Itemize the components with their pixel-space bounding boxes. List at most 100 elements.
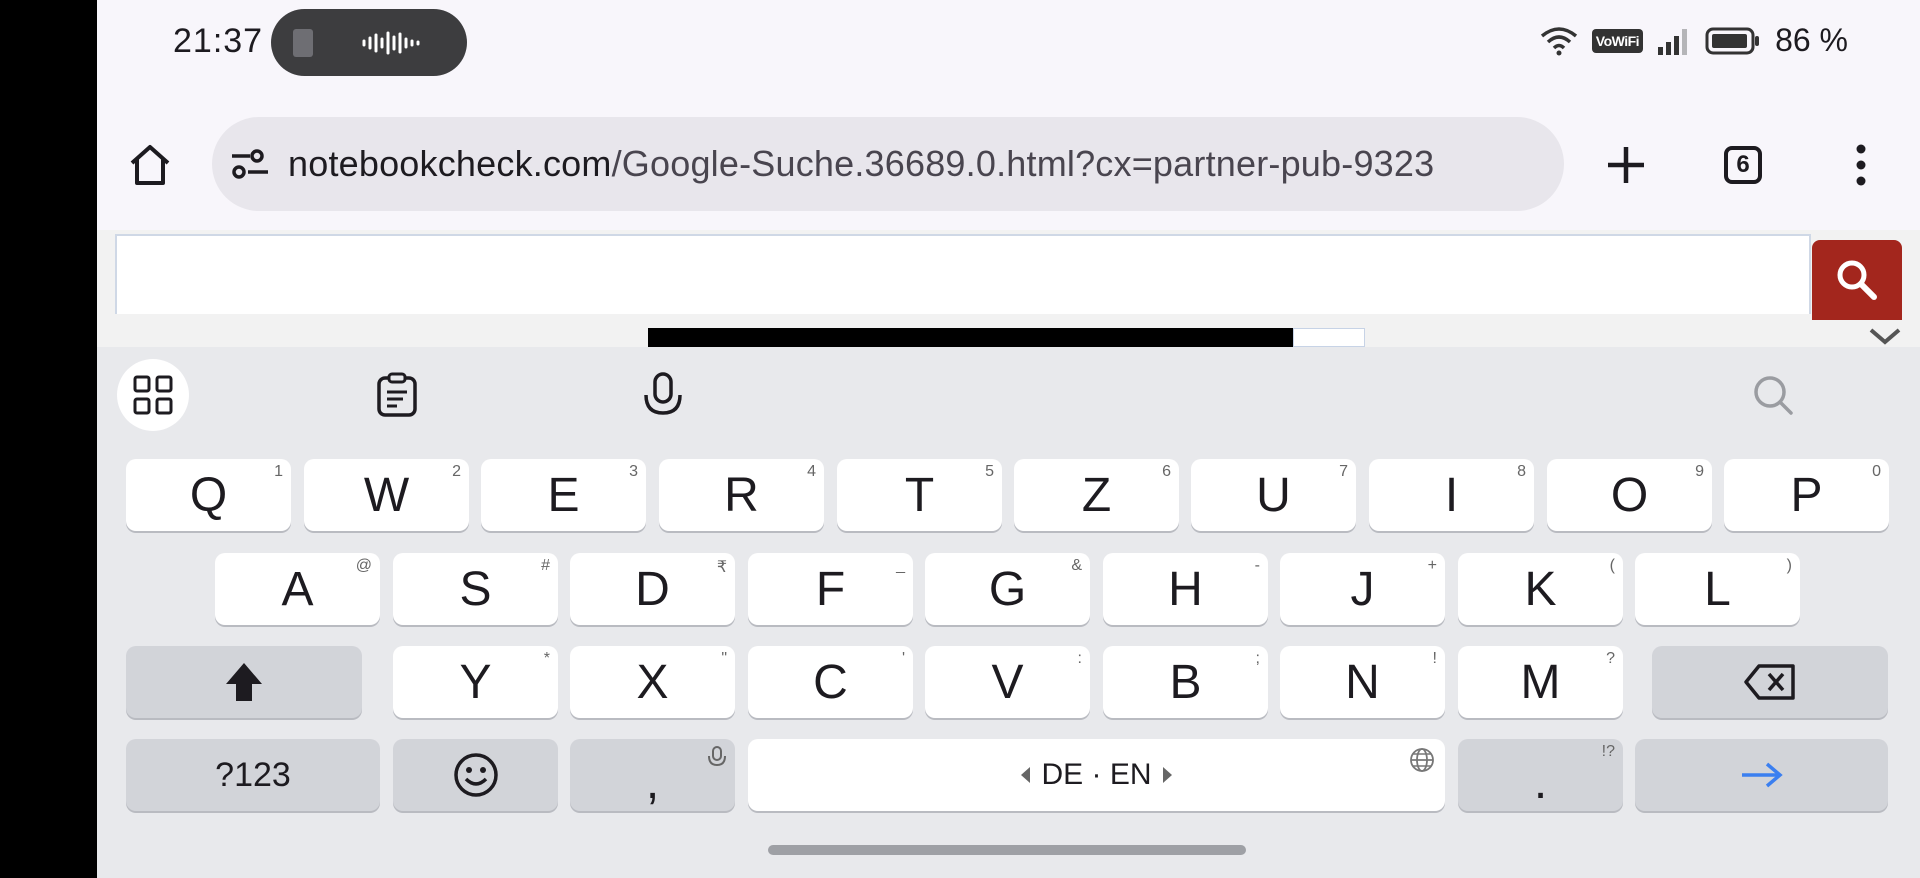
browser-toolbar: notebookcheck.com/Google-Suche.36689.0.h… xyxy=(97,100,1920,230)
key-hint: ? xyxy=(1606,650,1615,667)
globe-icon xyxy=(1410,748,1434,772)
key[interactable]: W2 xyxy=(304,459,469,531)
language-text: DE · EN xyxy=(1041,758,1152,791)
key[interactable]: O9 xyxy=(1547,459,1712,531)
key[interactable]: L) xyxy=(1635,553,1800,625)
signal-icon xyxy=(1658,28,1688,55)
page-search-input[interactable] xyxy=(115,234,1811,314)
key-label: J xyxy=(1350,562,1375,616)
key-hint: + xyxy=(1427,557,1437,574)
key-label: O xyxy=(1610,468,1649,522)
media-pill[interactable] xyxy=(271,9,467,76)
key-hint: 2 xyxy=(452,463,461,480)
key-label: K xyxy=(1524,562,1557,616)
battery-percent: 86 % xyxy=(1775,22,1848,58)
keyboard-toolbar xyxy=(97,347,1920,442)
key[interactable]: A @ xyxy=(215,553,380,625)
ad-banner[interactable] xyxy=(648,328,1293,347)
status-bar: 21:37 VoWiFi 86 % xyxy=(97,0,1920,85)
keyboard-menu-button[interactable] xyxy=(117,359,189,431)
key-hint: ' xyxy=(901,650,905,667)
shift-key[interactable] xyxy=(126,646,362,718)
emoji-key[interactable] xyxy=(393,739,558,811)
symbols-key[interactable]: ?123 xyxy=(126,739,380,811)
key[interactable]: M? xyxy=(1458,646,1623,718)
key-hint: 0 xyxy=(1872,463,1881,480)
key[interactable]: H- xyxy=(1103,553,1268,625)
enter-key[interactable] xyxy=(1635,739,1888,811)
space-key[interactable]: DE · EN xyxy=(748,739,1445,811)
key-label: A xyxy=(281,562,314,616)
key[interactable]: C ' xyxy=(748,646,913,718)
clipboard-button[interactable] xyxy=(361,359,433,431)
backspace-key[interactable] xyxy=(1652,646,1888,718)
tab-switcher-button[interactable]: 6 xyxy=(1708,130,1778,200)
key-hint: !? xyxy=(1601,743,1615,760)
backspace-icon xyxy=(1744,664,1795,700)
key-label: S xyxy=(459,562,492,616)
key[interactable]: U7 xyxy=(1191,459,1356,531)
key-label: M xyxy=(1520,655,1561,709)
key[interactable]: Z6 xyxy=(1014,459,1179,531)
key[interactable]: T5 xyxy=(837,459,1002,531)
key-hint: 9 xyxy=(1695,463,1704,480)
key-hint: ₹ xyxy=(716,559,727,576)
voice-input-button[interactable] xyxy=(627,359,699,431)
page-search-button[interactable] xyxy=(1812,240,1902,320)
period-key[interactable]: . !? xyxy=(1458,739,1623,811)
clock: 21:37 xyxy=(173,22,264,60)
url-bar[interactable]: notebookcheck.com/Google-Suche.36689.0.h… xyxy=(212,117,1564,211)
new-tab-button[interactable] xyxy=(1591,130,1661,200)
menu-button[interactable] xyxy=(1826,130,1896,200)
key-hint: ) xyxy=(1786,557,1792,574)
key-label: T xyxy=(904,468,935,522)
key[interactable]: B; xyxy=(1103,646,1268,718)
mic-hint-icon xyxy=(708,746,726,767)
key[interactable]: R4 xyxy=(659,459,824,531)
key-label: F xyxy=(815,562,846,616)
key-label: X xyxy=(636,655,669,709)
home-icon xyxy=(130,145,170,185)
key-hint: 7 xyxy=(1339,463,1348,480)
key-hint: 6 xyxy=(1162,463,1171,480)
key[interactable]: V: xyxy=(925,646,1090,718)
home-button[interactable] xyxy=(115,130,185,200)
url-text[interactable]: notebookcheck.com/Google-Suche.36689.0.h… xyxy=(288,143,1434,185)
key[interactable]: I8 xyxy=(1369,459,1534,531)
keyboard-search-button[interactable] xyxy=(1737,359,1809,431)
key-label: , xyxy=(645,755,660,809)
key-hint: # xyxy=(541,557,550,574)
key[interactable]: Q1 xyxy=(126,459,291,531)
ad-choices[interactable] xyxy=(1293,328,1365,347)
key[interactable]: D ₹ xyxy=(570,553,735,625)
phone-screen: 21:37 VoWiFi 86 % notebookcheck.com/Goog… xyxy=(97,0,1920,878)
key[interactable]: E3 xyxy=(481,459,646,531)
battery-icon xyxy=(1705,27,1760,54)
key-hint: : xyxy=(1077,650,1082,667)
key-label: Y xyxy=(459,655,492,709)
status-icons: VoWiFi 86 % xyxy=(1540,22,1848,59)
key-hint: 3 xyxy=(629,463,638,480)
key-label: Z xyxy=(1081,468,1112,522)
key[interactable]: N! xyxy=(1280,646,1445,718)
key-label: C xyxy=(813,655,848,709)
key[interactable]: X " xyxy=(570,646,735,718)
key-label: N xyxy=(1345,655,1380,709)
comma-key[interactable]: , xyxy=(570,739,735,811)
key[interactable]: F _ xyxy=(748,553,913,625)
audio-wave-icon xyxy=(362,31,420,55)
key[interactable]: P0 xyxy=(1724,459,1889,531)
key[interactable]: J + xyxy=(1280,553,1445,625)
key[interactable]: G & xyxy=(925,553,1090,625)
key-label: L xyxy=(1704,562,1731,616)
key[interactable]: K( xyxy=(1458,553,1623,625)
key-hint: 8 xyxy=(1517,463,1526,480)
vowifi-badge: VoWiFi xyxy=(1591,28,1644,53)
key[interactable]: Y * xyxy=(393,646,558,718)
site-settings-icon[interactable] xyxy=(230,147,270,181)
ad-close-icon[interactable] xyxy=(1867,326,1903,348)
key[interactable]: S # xyxy=(393,553,558,625)
wifi-icon xyxy=(1540,26,1577,55)
web-page xyxy=(97,230,1920,347)
gesture-nav-handle[interactable] xyxy=(768,845,1246,855)
